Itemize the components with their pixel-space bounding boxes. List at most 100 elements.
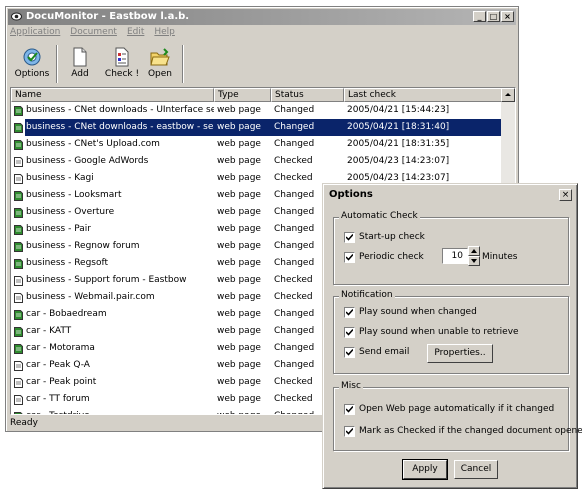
cell-name: car - Peak point [26, 377, 97, 387]
interval-input[interactable]: 10 [442, 248, 468, 264]
cell-type: web page [217, 207, 261, 217]
changed-document-icon [14, 208, 23, 218]
options-button[interactable]: Options [14, 43, 50, 85]
cell-status: Changed [271, 119, 344, 136]
cell-name: car - KATT [26, 326, 72, 336]
cell-type: web page [217, 241, 261, 251]
cell-name: business - Kagi [26, 173, 94, 183]
checkbox-box [344, 327, 355, 338]
cell-type: web page [217, 275, 261, 285]
menu-edit[interactable]: Edit [127, 27, 144, 37]
checkmark-icon [346, 309, 353, 316]
cell-type: web page [217, 156, 261, 166]
cell-type: web page [214, 119, 271, 136]
table-row[interactable]: business - CNet's Upload.com web page Chan… [11, 136, 503, 153]
window-title: DocuMonitor - Eastbow l.a.b. [26, 11, 190, 22]
dialog-title: Options [329, 189, 373, 200]
cell-type: web page [217, 309, 261, 319]
menu-application[interactable]: Application [10, 27, 60, 37]
toolbar-separator [56, 45, 57, 83]
column-header-type[interactable]: Type [214, 88, 271, 102]
checkbox-box [344, 404, 355, 415]
checkbox-box [344, 347, 355, 358]
changed-document-icon [14, 140, 23, 150]
changed-document-icon [14, 327, 23, 337]
cell-type: web page [217, 139, 261, 149]
cell-last: 2005/04/21 [18:31:35] [347, 139, 450, 149]
cell-name: car - Peak Q-A [26, 360, 90, 370]
checked-document-icon [14, 157, 23, 167]
open-button[interactable]: Open [144, 43, 176, 85]
automatic-check-group: Automatic Check Start-up check Periodic … [333, 211, 569, 285]
menu-document[interactable]: Document [70, 27, 117, 37]
column-header-name[interactable]: Name [11, 88, 214, 102]
cell-name: car - Bobaedream [26, 309, 107, 319]
dialog-title-bar[interactable]: Options × [326, 187, 574, 203]
changed-document-icon [14, 191, 23, 201]
cell-type: web page [217, 343, 261, 353]
table-row[interactable]: business - CNet downloads - UInterface s… [11, 102, 503, 119]
options-label: Options [14, 69, 50, 79]
open-web-page-label: Open Web page automatically if it change… [359, 404, 555, 414]
apply-button[interactable]: Apply [402, 459, 448, 480]
column-header-last-check[interactable]: Last check [344, 88, 503, 102]
properties-button[interactable]: Properties.. [427, 344, 493, 363]
changed-document-icon [14, 344, 23, 354]
cell-status: Checked [274, 156, 313, 166]
interval-up-button[interactable] [468, 246, 480, 256]
menu-bar: Application Document Edit Help [10, 27, 185, 41]
maximize-button[interactable]: □ [487, 11, 500, 22]
cell-status: Changed [274, 139, 315, 149]
scroll-up-button[interactable] [501, 88, 515, 102]
list-header: Name Type Status Last check [11, 88, 503, 102]
cell-name: business - Pair [26, 224, 91, 234]
column-header-status[interactable]: Status [271, 88, 344, 102]
table-row[interactable]: business - Google AdWords web page Checked… [11, 153, 503, 170]
add-document-icon [73, 47, 87, 67]
toolbar-separator [182, 45, 183, 83]
checked-document-icon [14, 276, 23, 286]
cell-type: web page [217, 173, 261, 183]
close-button[interactable]: × [501, 11, 514, 22]
periodic-check-label: Periodic check [359, 252, 424, 262]
checked-document-icon [14, 293, 23, 303]
sound-changed-label: Play sound when changed [359, 307, 477, 317]
cell-name: business - Looksmart [26, 190, 122, 200]
changed-document-icon [14, 412, 23, 414]
spin-up-icon [471, 249, 477, 253]
menu-help[interactable]: Help [154, 27, 175, 37]
misc-legend: Misc [339, 381, 363, 391]
checkmark-icon [346, 329, 353, 336]
checkbox-box [344, 426, 355, 437]
checked-document-icon [14, 378, 23, 388]
sound-unable-label: Play sound when unable to retrieve [359, 327, 519, 337]
cell-type: web page [217, 394, 261, 404]
title-bar[interactable]: DocuMonitor - Eastbow l.a.b. _ □ × [8, 9, 516, 25]
check-button[interactable]: Check ! [102, 43, 142, 85]
automatic-check-legend: Automatic Check [339, 211, 420, 221]
cell-name: car - TT forum [26, 394, 90, 404]
toolbar: Options Add Check ! Open [8, 43, 213, 85]
checkmark-icon [346, 254, 353, 261]
add-button[interactable]: Add [64, 43, 96, 85]
cell-status: Changed [274, 105, 315, 115]
options-icon [23, 48, 41, 66]
minimize-button[interactable]: _ [473, 11, 486, 22]
cell-last: 2005/04/21 [18:31:40] [344, 119, 503, 136]
changed-document-icon [14, 106, 23, 116]
cell-name: business - Support forum - Eastbow [26, 275, 187, 285]
send-email-label: Send email [359, 347, 410, 357]
checkbox-box [344, 307, 355, 318]
cancel-button[interactable]: Cancel [454, 460, 498, 479]
add-label: Add [71, 69, 89, 79]
cell-type: web page [217, 292, 261, 302]
misc-group: Misc Open Web page automatically if it c… [333, 381, 582, 451]
checkbox-box [344, 232, 355, 243]
interval-down-button[interactable] [468, 256, 480, 266]
table-row[interactable]: business - CNet downloads - eastbow - se… [11, 119, 503, 136]
options-dialog: Options × Automatic Check Start-up check… [322, 183, 582, 489]
open-label: Open [147, 69, 173, 79]
cell-type: web page [217, 105, 261, 115]
dialog-close-button[interactable]: × [559, 189, 572, 201]
open-folder-icon [150, 48, 170, 66]
